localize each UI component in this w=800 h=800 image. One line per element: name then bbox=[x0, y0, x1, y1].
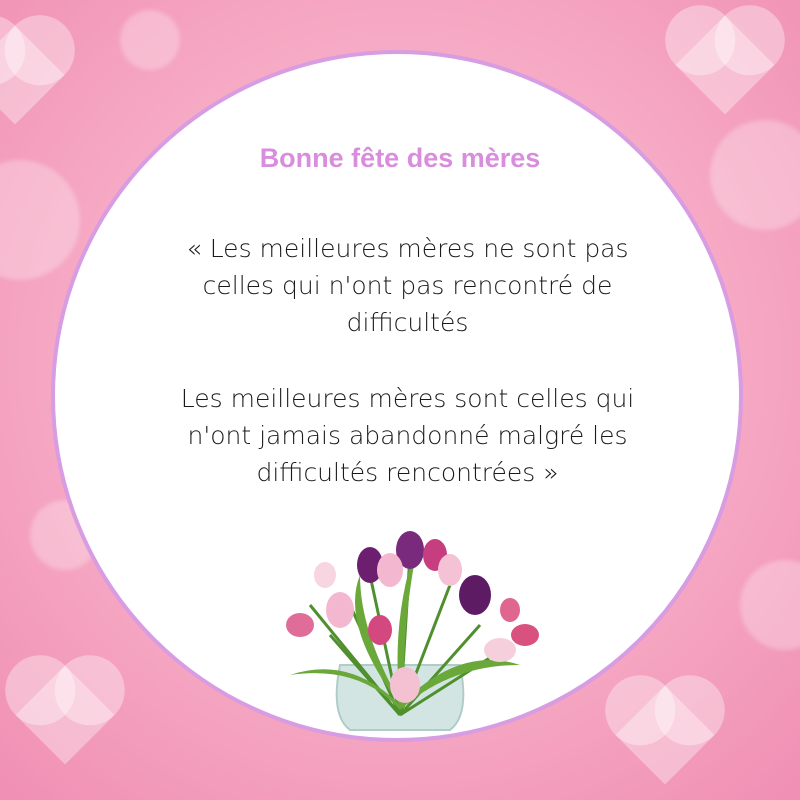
heart-icon bbox=[615, 685, 715, 785]
quote-part-2: Les meilleures mères sont celles qui n'o… bbox=[180, 384, 635, 487]
bokeh-circle bbox=[710, 120, 800, 230]
heart-icon bbox=[675, 15, 775, 115]
card-title: Bonne fête des mères bbox=[259, 143, 541, 173]
bokeh-circle bbox=[740, 560, 800, 650]
tulip-bouquet-image bbox=[286, 531, 539, 731]
quote-part-1: « Les meilleures mères ne sont pas celle… bbox=[186, 234, 629, 337]
heart-icon bbox=[0, 25, 65, 125]
heart-icon bbox=[15, 665, 115, 765]
bokeh-circle bbox=[0, 160, 80, 280]
bokeh-circle bbox=[120, 10, 180, 70]
